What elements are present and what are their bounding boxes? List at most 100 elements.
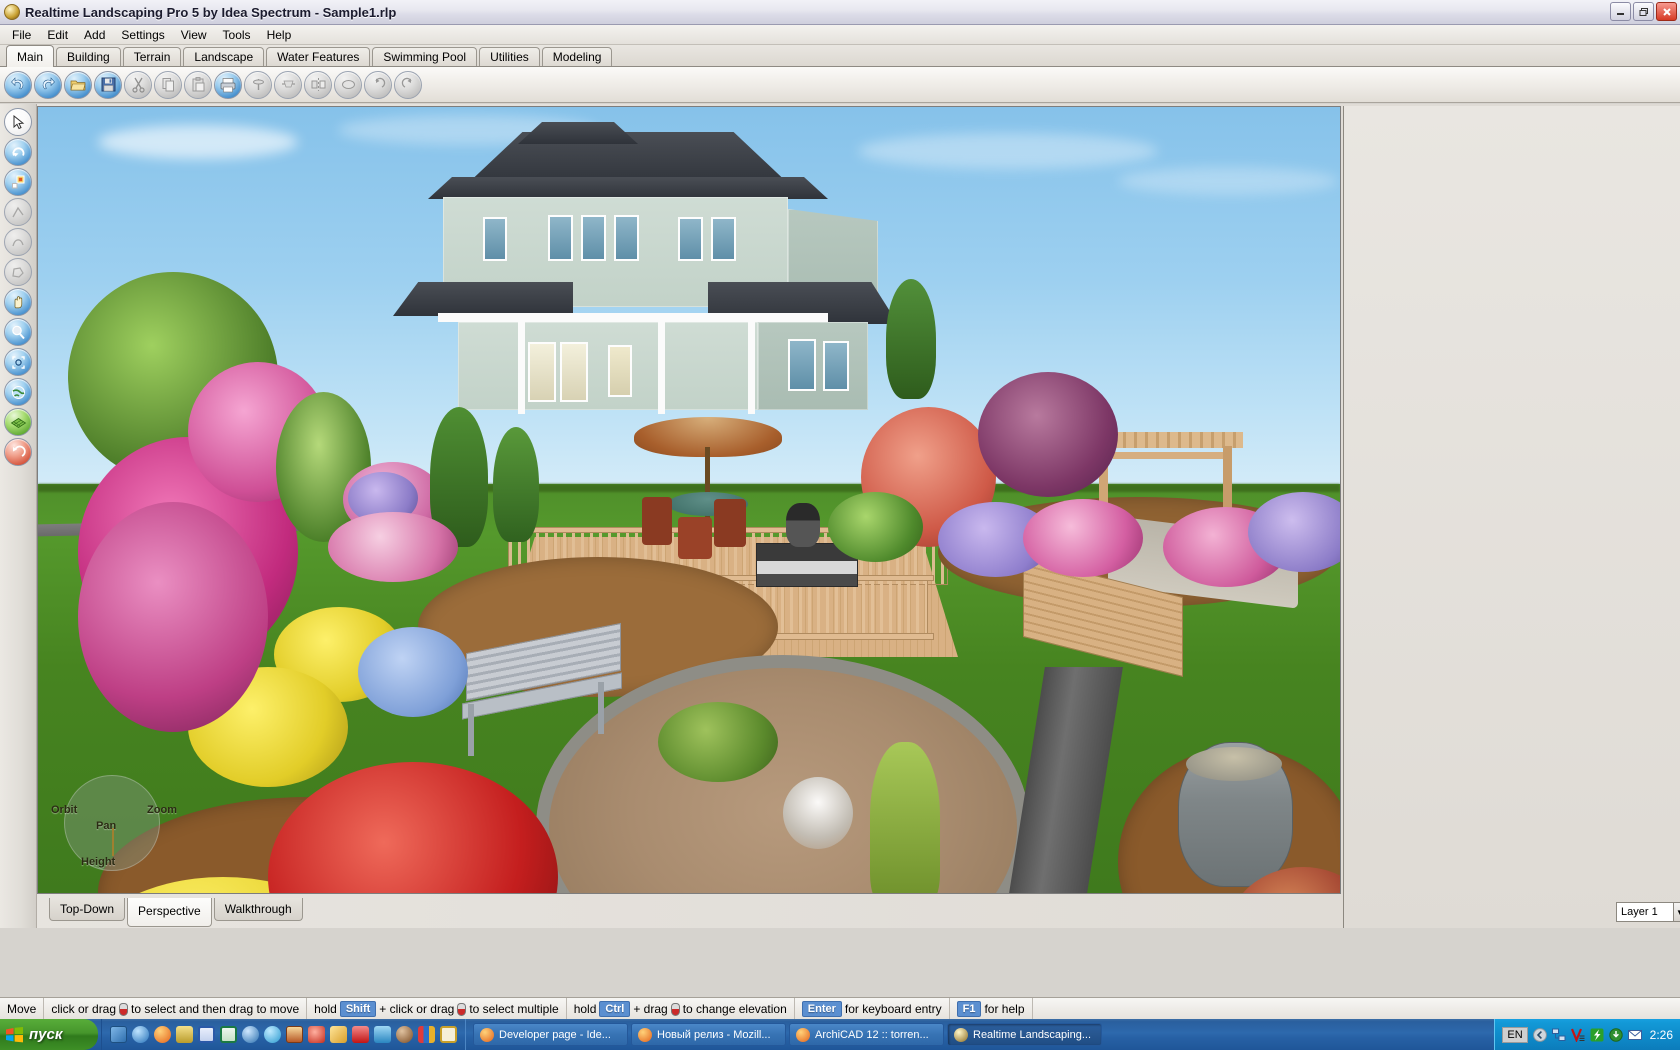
- taskbar-item-archicad[interactable]: ArchiCAD 12 :: torren...: [789, 1023, 944, 1046]
- close-button[interactable]: [1656, 2, 1677, 21]
- update-icon[interactable]: [1608, 1027, 1623, 1042]
- mouse-icon: [119, 1003, 129, 1016]
- tab-water-features[interactable]: Water Features: [266, 47, 371, 66]
- conifer[interactable]: [493, 427, 539, 542]
- window-controls: [1610, 2, 1677, 21]
- redo-icon[interactable]: [34, 70, 62, 99]
- desktop-icon[interactable]: [110, 1026, 127, 1043]
- rotate-tool[interactable]: [4, 138, 32, 166]
- navigation-compass[interactable]: Orbit Zoom Pan Height: [51, 775, 177, 871]
- tab-swimming-pool[interactable]: Swimming Pool: [372, 47, 478, 66]
- menu-bar: File Edit Add Settings View Tools Help: [0, 25, 1680, 45]
- view-tab-top-down[interactable]: Top-Down: [49, 898, 126, 921]
- excel-icon[interactable]: [220, 1026, 237, 1043]
- menu-item-view[interactable]: View: [173, 26, 215, 44]
- save-icon[interactable]: [94, 70, 122, 99]
- utorrent-icon[interactable]: [1590, 1028, 1604, 1042]
- polygon-tool[interactable]: [4, 258, 32, 286]
- taskbar-item-new-release[interactable]: Новый релиз - Mozill...: [631, 1023, 786, 1046]
- undo-icon[interactable]: [4, 70, 32, 99]
- tab-main[interactable]: Main: [6, 45, 55, 67]
- photo-icon[interactable]: [286, 1026, 303, 1043]
- firefox-icon[interactable]: [154, 1026, 171, 1043]
- flowering-shrub[interactable]: [78, 502, 268, 732]
- taskbar-item-label: Developer page - Ide...: [499, 1028, 611, 1041]
- print-icon[interactable]: [214, 70, 242, 99]
- tab-building[interactable]: Building: [56, 47, 121, 66]
- clock-icon[interactable]: [440, 1026, 457, 1043]
- orbit-globe-tool[interactable]: [4, 378, 32, 406]
- show-hidden-icons-icon[interactable]: [1532, 1027, 1547, 1042]
- view-tab-walkthrough[interactable]: Walkthrough: [213, 898, 303, 921]
- scale-tool[interactable]: [4, 168, 32, 196]
- taskbar-item-label: Realtime Landscaping...: [973, 1028, 1092, 1041]
- winamp-icon[interactable]: [264, 1026, 281, 1043]
- patio-chair[interactable]: [714, 499, 746, 547]
- purple-tree[interactable]: [978, 372, 1118, 497]
- view-tab-perspective[interactable]: Perspective: [127, 898, 212, 927]
- planter-urn[interactable]: [786, 503, 820, 547]
- select-arrow-tool[interactable]: [4, 108, 32, 136]
- zoom-region-tool[interactable]: [4, 348, 32, 376]
- patio-chair[interactable]: [678, 517, 712, 559]
- hint-suffix: to select and then drag to move: [131, 1001, 300, 1016]
- hint-suffix: + drag: [633, 1001, 668, 1016]
- network-icon[interactable]: [1551, 1028, 1566, 1042]
- house-model[interactable]: [368, 117, 928, 437]
- maximize-button[interactable]: [1633, 2, 1654, 21]
- menu-item-edit[interactable]: Edit: [39, 26, 76, 44]
- notes-icon[interactable]: [176, 1026, 193, 1043]
- menu-item-file[interactable]: File: [4, 26, 39, 44]
- shrub[interactable]: [828, 492, 923, 562]
- undo-view-tool[interactable]: [4, 438, 32, 466]
- garden-bench[interactable]: [458, 622, 628, 762]
- language-indicator[interactable]: EN: [1502, 1026, 1528, 1043]
- tab-terrain[interactable]: Terrain: [122, 47, 182, 66]
- viewport-3d[interactable]: Orbit Zoom Pan Height: [37, 106, 1341, 894]
- conifer[interactable]: [886, 279, 936, 399]
- nero-icon[interactable]: [396, 1026, 413, 1043]
- start-button[interactable]: пуск: [0, 1019, 98, 1050]
- windows-taskbar: пуск Developer page - Ide... Новый релиз…: [0, 1019, 1680, 1050]
- mail-icon[interactable]: [1627, 1028, 1642, 1042]
- line-tool[interactable]: [4, 198, 32, 226]
- zoom-tool[interactable]: [4, 318, 32, 346]
- taskbar-item-developer-page[interactable]: Developer page - Ide...: [473, 1023, 628, 1046]
- chevron-down-icon[interactable]: ▼: [1673, 902, 1680, 922]
- patio-chair[interactable]: [642, 497, 672, 545]
- compass-orbit-label: Orbit: [51, 804, 78, 816]
- tab-landscape[interactable]: Landscape: [183, 47, 265, 66]
- terrain-grid-tool[interactable]: [4, 408, 32, 436]
- menu-item-tools[interactable]: Tools: [215, 26, 259, 44]
- menu-item-add[interactable]: Add: [76, 26, 113, 44]
- curve-tool[interactable]: [4, 228, 32, 256]
- blue-hydrangea[interactable]: [358, 627, 468, 717]
- ebay-icon[interactable]: [418, 1026, 435, 1043]
- acrobat-icon[interactable]: [352, 1026, 369, 1043]
- word-icon[interactable]: [198, 1026, 215, 1043]
- tab-modeling[interactable]: Modeling: [541, 47, 613, 66]
- window-titlebar[interactable]: Realtime Landscaping Pro 5 by Idea Spect…: [0, 0, 1680, 25]
- layer-selector[interactable]: Layer 1 ▼: [1616, 902, 1680, 922]
- open-folder-icon[interactable]: [64, 70, 92, 99]
- menu-item-settings[interactable]: Settings: [113, 26, 172, 44]
- paint-icon[interactable]: [330, 1026, 347, 1043]
- menu-item-help[interactable]: Help: [259, 26, 300, 44]
- flower-cluster[interactable]: [328, 512, 458, 582]
- hint-suffix-2: to change elevation: [682, 1001, 787, 1016]
- pond-fountain[interactable]: [783, 777, 853, 849]
- minimize-button[interactable]: [1610, 2, 1631, 21]
- pan-hand-tool[interactable]: [4, 288, 32, 316]
- azalea-shrub[interactable]: [1023, 499, 1143, 577]
- antivirus-icon[interactable]: [1570, 1028, 1585, 1042]
- key-shift: Shift: [339, 1000, 377, 1017]
- ornamental-grass[interactable]: [870, 742, 940, 893]
- taskbar-clock[interactable]: 2:26: [1647, 1028, 1673, 1042]
- taskbar-item-realtime-landscaping[interactable]: Realtime Landscaping...: [947, 1023, 1102, 1046]
- firework-icon[interactable]: [308, 1026, 325, 1043]
- usb-icon[interactable]: [374, 1026, 391, 1043]
- pond-plants[interactable]: [658, 702, 778, 782]
- internet-explorer-icon[interactable]: [132, 1026, 149, 1043]
- media-player-icon[interactable]: [242, 1026, 259, 1043]
- tab-utilities[interactable]: Utilities: [479, 47, 540, 66]
